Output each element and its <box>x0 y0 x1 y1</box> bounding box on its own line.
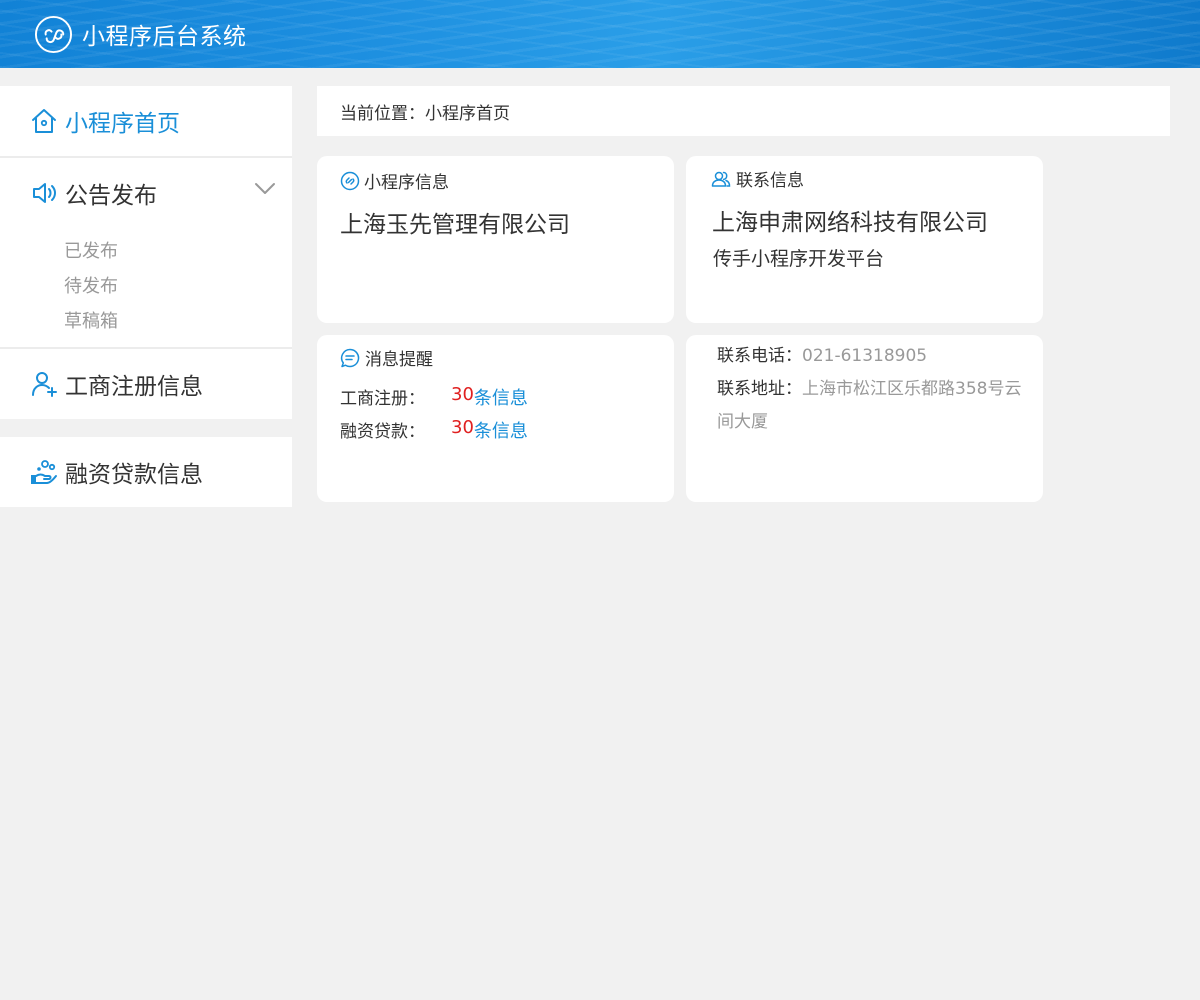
platform-name: 传手小程序开发平台 <box>713 248 885 270</box>
message-label: 融资贷款： <box>340 422 425 442</box>
sidebar-item-home[interactable]: 小程序首页 <box>0 86 292 156</box>
sidebar-group-main: 小程序首页 公告发布 已发布 待发布 草稿箱 工商注册信息 <box>0 86 292 419</box>
sidebar-subitem-pending[interactable]: 待发布 <box>0 269 292 304</box>
sidebar-item-financing[interactable]: 融资贷款信息 <box>0 437 292 507</box>
miniprogram-logo-icon <box>34 15 73 53</box>
sidebar-item-financing-label: 融资贷款信息 <box>65 462 203 488</box>
chevron-down-icon[interactable] <box>254 182 276 196</box>
contact-detail-card: 联系电话：021-61318905 联系地址：上海市松江区乐都路358号云间大厦 <box>686 335 1043 502</box>
contacts-icon <box>711 171 731 187</box>
contact-address: 联系地址：上海市松江区乐都路358号云间大厦 <box>717 373 1027 439</box>
user-add-icon <box>32 372 57 397</box>
brand[interactable]: 小程序后台系统 <box>34 14 247 54</box>
card-header: 小程序信息 <box>340 168 449 193</box>
sidebar-gap <box>0 419 292 437</box>
speaker-icon <box>33 183 56 203</box>
card-title: 消息提醒 <box>365 350 433 370</box>
message-label: 工商注册： <box>340 389 425 409</box>
messages-card: 消息提醒 工商注册： 30 条信息 融资贷款： 30 条信息 <box>317 335 674 502</box>
breadcrumb: 当前位置：小程序首页 <box>317 86 1170 136</box>
phone-value: 021-61318905 <box>802 346 928 366</box>
breadcrumb-text: 当前位置：小程序首页 <box>340 103 510 124</box>
announce-submenu: 已发布 待发布 草稿箱 <box>0 228 292 347</box>
message-count: 30 <box>451 417 474 438</box>
sidebar-item-announce[interactable]: 公告发布 <box>0 158 292 228</box>
card-header: 消息提醒 <box>340 345 433 370</box>
top-header: 小程序后台系统 <box>0 0 1200 68</box>
message-count: 30 <box>451 384 474 405</box>
miniprogram-info-card: 小程序信息 上海玉先管理有限公司 <box>317 156 674 323</box>
contact-phone: 联系电话：021-61318905 <box>717 340 1027 373</box>
home-icon <box>32 109 56 133</box>
sidebar-item-registration-label: 工商注册信息 <box>65 374 203 400</box>
sidebar-item-registration[interactable]: 工商注册信息 <box>0 349 292 419</box>
link-icon <box>340 171 360 190</box>
sidebar: 小程序首页 公告发布 已发布 待发布 草稿箱 工商注册信息 融资贷款信息 <box>0 86 292 507</box>
sidebar-item-announce-label: 公告发布 <box>65 183 157 209</box>
message-icon <box>340 348 360 367</box>
company-name: 上海申肃网络科技有限公司 <box>712 210 988 236</box>
sidebar-subitem-drafts[interactable]: 草稿箱 <box>0 304 292 339</box>
hand-coins-icon <box>31 460 57 484</box>
sidebar-subitem-published[interactable]: 已发布 <box>0 234 292 269</box>
message-unit: 条信息 <box>473 421 528 442</box>
message-row-registration[interactable]: 工商注册： 30 条信息 <box>340 384 528 410</box>
phone-label: 联系电话： <box>717 346 802 366</box>
sidebar-item-home-label: 小程序首页 <box>65 111 180 137</box>
message-row-financing[interactable]: 融资贷款： 30 条信息 <box>340 417 528 443</box>
message-unit: 条信息 <box>473 388 528 409</box>
sidebar-group-finance: 融资贷款信息 <box>0 437 292 507</box>
company-name: 上海玉先管理有限公司 <box>340 212 570 238</box>
card-header: 联系信息 <box>710 166 804 191</box>
address-label: 联系地址： <box>717 379 802 399</box>
contact-info-card: 联系信息 上海申肃网络科技有限公司 传手小程序开发平台 <box>686 156 1043 323</box>
app-title: 小程序后台系统 <box>82 24 247 50</box>
card-title: 联系信息 <box>736 171 804 191</box>
card-title: 小程序信息 <box>364 173 449 193</box>
